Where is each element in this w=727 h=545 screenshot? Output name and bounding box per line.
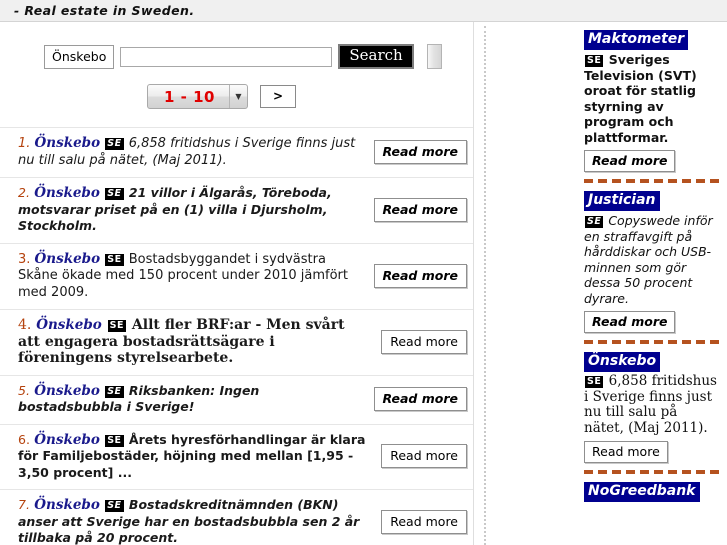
result-site-link[interactable]: Önskebo [34, 383, 100, 399]
search-input[interactable] [120, 46, 333, 67]
result-row[interactable]: 2. Önskebo SE 21 villor i Älgarås, Töreb… [0, 177, 473, 243]
dotted-divider-line [484, 26, 486, 545]
page-title: - Real estate in Sweden. [14, 3, 195, 18]
sidebar-panel: NoGreedbank [584, 482, 721, 502]
sidebar-panel-text: 6,858 fritidshus i Sverige finns just nu… [584, 373, 717, 436]
result-site-link[interactable]: Önskebo [36, 317, 102, 333]
result-site-link[interactable]: Önskebo [35, 135, 101, 151]
page-range-value: 1 - 10 [163, 87, 215, 106]
sidebar-panel-title[interactable]: Maktometer [584, 30, 689, 50]
page-range-select[interactable]: 1 - 10 ▼ [146, 84, 248, 109]
read-more-button[interactable]: Read more [584, 311, 676, 333]
country-badge-icon: SE [107, 320, 127, 332]
extra-button[interactable] [426, 44, 442, 69]
column-divider [474, 22, 584, 545]
sidebar-panel-title[interactable]: NoGreedbank [584, 482, 700, 502]
panel-separator [584, 179, 721, 183]
result-site-link[interactable]: Önskebo [34, 497, 100, 513]
country-badge-icon: SE [105, 188, 124, 200]
result-site-link[interactable]: Önskebo [35, 251, 101, 267]
chevron-down-icon[interactable]: ▼ [228, 85, 247, 108]
result-text: 6. Önskebo SE Årets hyresförhandlingar ä… [18, 432, 381, 482]
result-row[interactable]: 6. Önskebo SE Årets hyresförhandlingar ä… [0, 423, 473, 490]
sidebar-panel-body: SE Sveriges Television (SVT) oroat för s… [584, 50, 721, 145]
read-more-button[interactable]: Read more [373, 140, 467, 164]
result-row[interactable]: 3. Önskebo SE Bostadsbyggandet i sydväst… [0, 242, 473, 310]
country-badge-icon: SE [105, 500, 124, 512]
result-index: 2. [18, 185, 30, 200]
result-index: 6. [18, 431, 30, 447]
sidebar-panel-body: SE Copyswede inför en straffavgift på hå… [584, 211, 721, 306]
panel-separator [584, 340, 721, 344]
result-index: 7. [18, 497, 30, 512]
sidebar-panel: Justician SE Copyswede inför en straffavg… [584, 191, 721, 344]
country-badge-icon: SE [585, 55, 604, 67]
read-more-button[interactable]: Read more [373, 263, 467, 288]
sidebar-panel: Önskebo SE 6,858 fritidshus i Sverige fin… [584, 352, 721, 474]
category-button[interactable]: Önskebo [44, 44, 115, 69]
pagination-bar: 1 - 10 ▼ > [0, 84, 443, 109]
sidebar-panel-title[interactable]: Önskebo [584, 352, 661, 372]
result-index: 3. [18, 251, 31, 267]
page-header-bar: - Real estate in Sweden. [0, 0, 727, 22]
result-text: 4. Önskebo SE Allt fler BRF:ar - Men svå… [18, 317, 381, 367]
result-index: 4. [18, 317, 32, 333]
sidebar-panel-text: Copyswede inför en straffavgift på hårdd… [584, 213, 713, 306]
read-more-button[interactable]: Read more [381, 444, 467, 469]
panel-separator [584, 470, 721, 474]
main-content: Önskebo Search 1 - 10 ▼ > 1. Önskebo SE … [0, 22, 474, 545]
read-more-button[interactable]: Read more [381, 509, 467, 534]
result-text: 7. Önskebo SE Bostadskreditnämnden (BKN)… [18, 497, 381, 545]
country-badge-icon: SE [105, 434, 124, 447]
result-index: 1. [18, 136, 31, 151]
result-text: 5. Önskebo SE Riksbanken: Ingen bostadsb… [18, 383, 374, 416]
result-row[interactable]: 1. Önskebo SE 6,858 fritidshus i Sverige… [0, 127, 473, 177]
search-button[interactable]: Search [338, 44, 414, 69]
result-text: 3. Önskebo SE Bostadsbyggandet i sydväst… [18, 251, 374, 302]
country-badge-icon: SE [105, 138, 124, 150]
result-site-link[interactable]: Önskebo [34, 185, 100, 201]
read-more-button[interactable]: Read more [373, 387, 467, 411]
country-badge-icon: SE [585, 376, 604, 388]
result-text: 2. Önskebo SE 21 villor i Älgarås, Töreb… [18, 185, 374, 235]
result-index: 5. [18, 382, 30, 398]
result-row[interactable]: 4. Önskebo SE Allt fler BRF:ar - Men svå… [0, 309, 473, 375]
page-body: Önskebo Search 1 - 10 ▼ > 1. Önskebo SE … [0, 22, 727, 545]
read-more-button[interactable]: Read more [584, 150, 676, 172]
sidebar-panel-title[interactable]: Justician [584, 191, 660, 211]
result-text: 1. Önskebo SE 6,858 fritidshus i Sverige… [18, 135, 374, 169]
read-more-button[interactable]: Read more [373, 197, 467, 222]
country-badge-icon: SE [105, 253, 124, 266]
search-bar: Önskebo Search [44, 44, 473, 69]
country-badge-icon: SE [105, 385, 124, 398]
sidebar-panel: Maktometer SE Sveriges Television (SVT) o… [584, 30, 721, 183]
sidebar-panel-body: SE 6,858 fritidshus i Sverige finns just… [584, 372, 721, 436]
read-more-button[interactable]: Read more [381, 329, 467, 354]
result-row[interactable]: 7. Önskebo SE Bostadskreditnämnden (BKN)… [0, 489, 473, 545]
results-list: 1. Önskebo SE 6,858 fritidshus i Sverige… [0, 127, 473, 545]
result-row[interactable]: 5. Önskebo SE Riksbanken: Ingen bostadsb… [0, 374, 473, 424]
sidebar: Maktometer SE Sveriges Television (SVT) o… [584, 22, 727, 545]
country-badge-icon: SE [585, 216, 604, 228]
result-site-link[interactable]: Önskebo [34, 432, 100, 448]
read-more-button[interactable]: Read more [584, 441, 668, 463]
next-page-button[interactable]: > [259, 85, 297, 108]
